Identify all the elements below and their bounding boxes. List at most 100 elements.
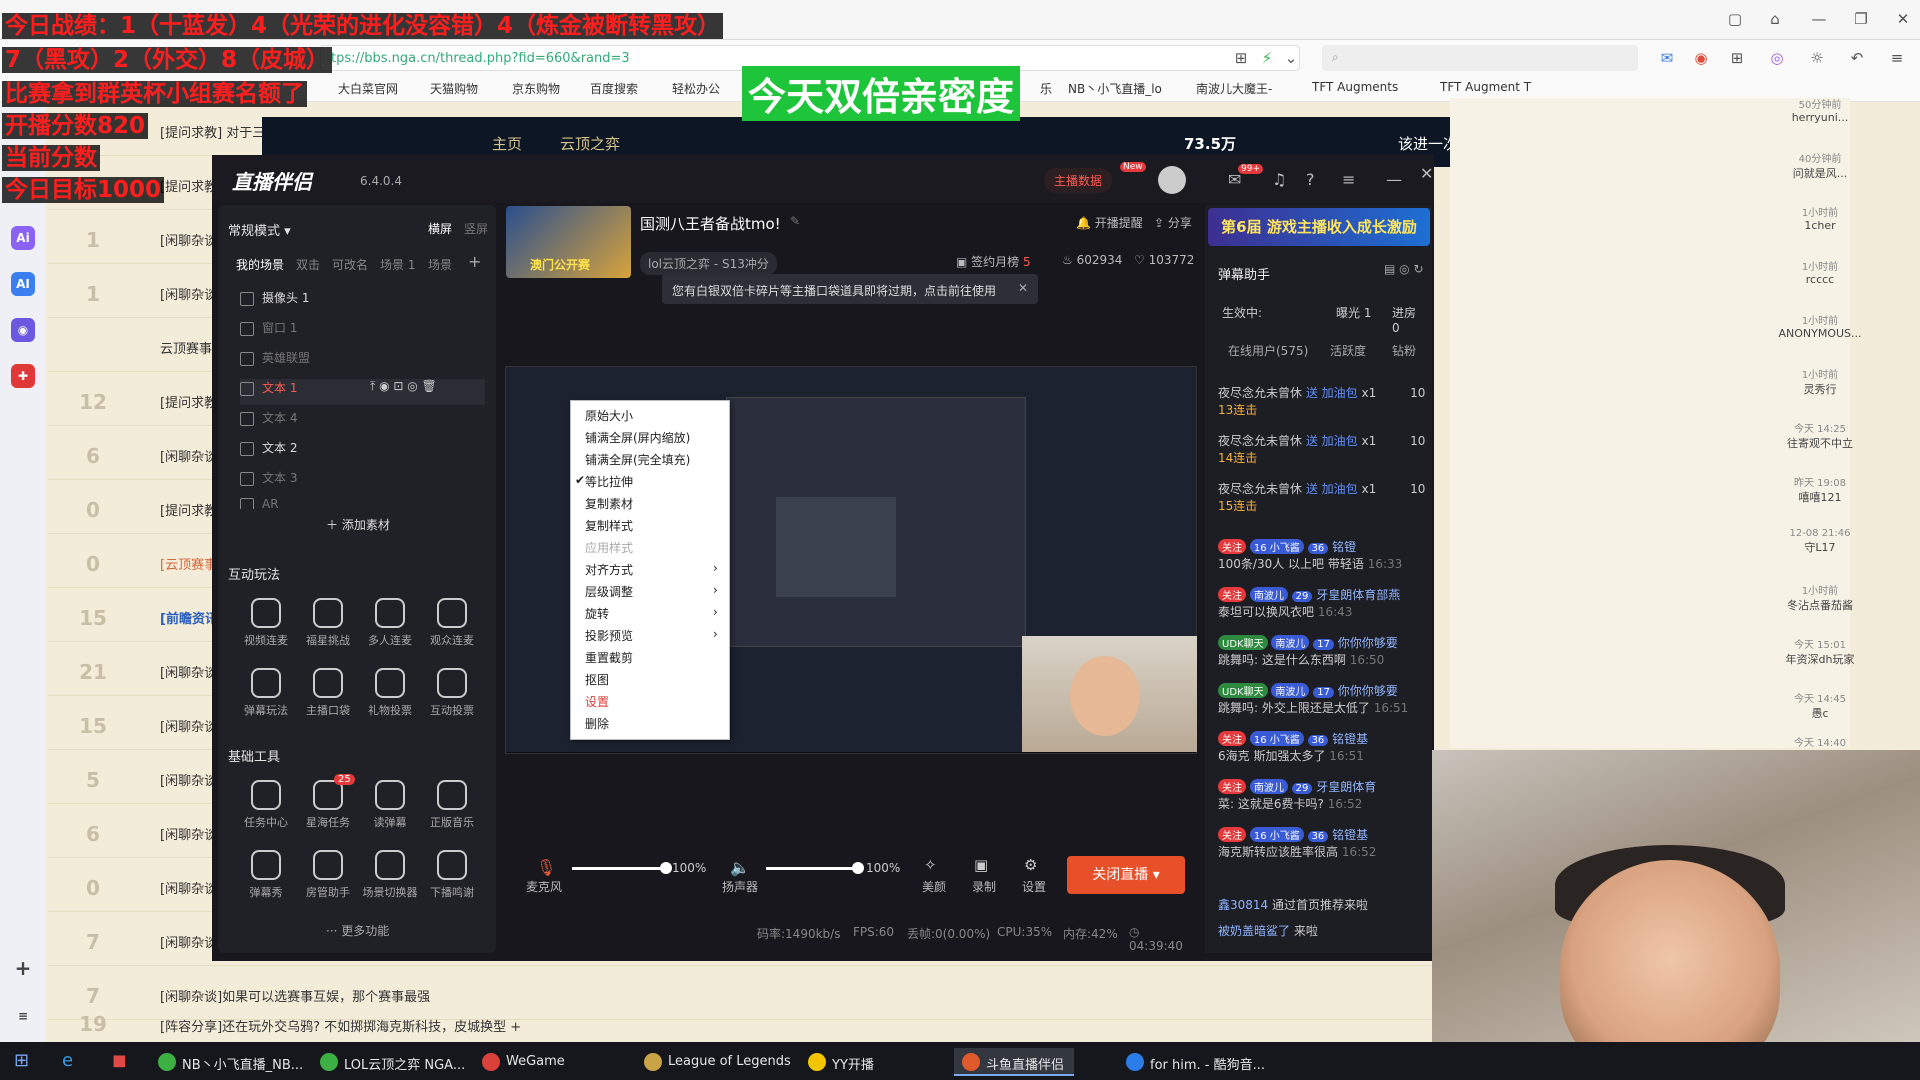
system-user[interactable]: 鑫30814 <box>1218 898 1268 912</box>
reply-user[interactable]: 灵秀行 <box>1730 381 1910 397</box>
shirt-icon[interactable]: ⌂ <box>1764 8 1786 30</box>
bookmark-item[interactable]: 大白菜官网 <box>338 80 398 97</box>
brightness-icon[interactable]: ☼ <box>1806 47 1828 69</box>
chat-user[interactable]: 你你你够要 <box>1338 636 1398 650</box>
landscape-toggle[interactable]: 横屏 <box>428 220 452 237</box>
source-item[interactable]: 文本 4 <box>240 409 485 435</box>
game-tab-home[interactable]: 主页 <box>492 133 522 154</box>
list-item[interactable]: 1小时前 冬沾点番茄酱 <box>1730 582 1910 613</box>
list-item[interactable]: 昨天 19:08 嘻嘻121 <box>1730 474 1910 505</box>
taskbar-item[interactable]: for him. - 酷狗音... <box>1118 1048 1275 1076</box>
gift-user[interactable]: 夜尽念允未曾休 <box>1218 482 1302 496</box>
edit-icon[interactable]: ✎ <box>790 214 800 228</box>
menu-item-settings[interactable]: 设置 <box>585 693 609 710</box>
tool-item[interactable]: 场景切换器 <box>360 850 420 900</box>
reply-user[interactable]: 年资深dh玩家 <box>1730 651 1910 667</box>
add-source-button[interactable]: ＋ 添加素材 <box>326 516 390 533</box>
bookmark-item[interactable]: NB丶小飞直播_lo <box>1068 80 1162 97</box>
beauty-icon[interactable]: ✧ <box>924 856 937 874</box>
mic-volume-slider[interactable] <box>572 867 662 870</box>
mic-slider-handle[interactable] <box>660 862 672 874</box>
speaker-volume-slider[interactable] <box>766 867 856 870</box>
list-item[interactable]: 今天 14:25 往寄观不中立 <box>1730 420 1910 451</box>
window-count-icon[interactable]: ▢ <box>1724 8 1746 30</box>
interactive-item[interactable]: 礼物投票 <box>360 668 420 718</box>
taskbar-item[interactable]: League of Legends <box>636 1048 801 1076</box>
game-tab-tft[interactable]: 云顶之弈 <box>560 133 620 154</box>
expiry-notice[interactable]: 您有白银双倍卡碎片等主播口袋道具即将过期，点击前往使用 ✕ <box>662 274 1038 304</box>
menu-item-original-size[interactable]: 原始大小 <box>585 407 633 424</box>
live-remind-button[interactable]: 🔔 开播提醒 <box>1076 214 1143 231</box>
taskbar-item-active[interactable]: 斗鱼直播伴侣 <box>954 1048 1075 1076</box>
bookmark-item[interactable]: 天猫购物 <box>430 80 478 97</box>
thread-title[interactable]: [闲聊杂谈]如果可以选赛事互娱，那个赛事最强 <box>160 986 430 1005</box>
tool-item[interactable]: 下播鸣谢 <box>422 850 482 900</box>
menu-item-copy-source[interactable]: 复制素材 <box>585 495 633 512</box>
list-item[interactable]: 40分钟前 问就是风... <box>1730 150 1910 181</box>
menu-item-align[interactable]: 对齐方式 › <box>585 561 725 578</box>
taskbar-item[interactable]: YY开播 <box>800 1048 884 1076</box>
ie-icon[interactable]: e <box>62 1050 73 1071</box>
settings-icon[interactable]: ⚙ <box>1024 856 1037 874</box>
menu-item-fill[interactable]: 铺满全屏(完全填充) <box>585 451 690 468</box>
close-icon[interactable]: ✕ <box>1018 281 1028 295</box>
taskbar-item[interactable]: NB丶小飞直播_NB... <box>150 1048 313 1076</box>
game-icon[interactable]: ✚ <box>11 364 35 388</box>
taskbar-item[interactable]: LOL云顶之弈 NGA... <box>312 1048 475 1076</box>
mail-icon[interactable]: ✉ <box>1656 47 1678 69</box>
thread-title[interactable]: [阵容分享]还在玩外交乌鸦? 不如掷掷海克斯科技，皮城换型 + <box>160 1016 521 1035</box>
lightning-icon[interactable]: ⚡ <box>1256 47 1278 69</box>
speaker-icon[interactable]: 🔈 <box>730 858 750 877</box>
menu-icon[interactable]: ≡ <box>1342 170 1355 189</box>
help-icon[interactable]: ? <box>1306 170 1315 189</box>
source-item[interactable]: 文本 3 <box>240 469 485 495</box>
menu-item-rotate[interactable]: 旋转 › <box>585 605 725 622</box>
tool-item[interactable]: 房管助手 <box>298 850 358 900</box>
minimize-icon[interactable]: — <box>1808 8 1830 30</box>
system-user[interactable]: 被奶盖暗鲨了 <box>1218 924 1290 938</box>
scene-tab[interactable]: 我的场景 <box>236 256 284 273</box>
source-actions[interactable]: ⤒ ◉ ⊡ ◎ 🗑 <box>370 379 437 394</box>
menu-icon[interactable]: ≡ <box>1886 47 1908 69</box>
speaker-slider-handle[interactable] <box>852 862 864 874</box>
reply-user[interactable]: 往寄观不中立 <box>1730 435 1910 451</box>
interactive-item[interactable]: 观众连麦 <box>422 598 482 648</box>
ai-icon[interactable]: Ai <box>11 226 35 250</box>
list-item[interactable]: 12-08 21:46 守L17 <box>1730 528 1910 555</box>
app-icon[interactable]: ◼ <box>112 1050 127 1071</box>
list-item[interactable]: 50分钟前 herryuni... <box>1730 96 1910 124</box>
tab-activity[interactable]: 活跃度 <box>1330 342 1366 359</box>
record-label[interactable]: 录制 <box>972 878 996 895</box>
bookmark-item[interactable]: TFT Augments <box>1312 80 1398 94</box>
menu-item-projector[interactable]: 投影预览 › <box>585 627 725 644</box>
taskbar-item[interactable]: WeGame <box>474 1048 575 1076</box>
bookmark-item[interactable]: TFT Augment T <box>1440 80 1531 94</box>
list-item[interactable]: 1小时前 ANONYMOUS... <box>1730 312 1910 340</box>
mic-icon[interactable]: 🎙 <box>536 858 556 877</box>
stream-thumbnail[interactable]: 澳门公开赛 <box>506 206 631 278</box>
grid-icon[interactable]: ⊞ <box>1230 47 1252 69</box>
list-item[interactable]: 1小时前 1cher <box>1730 204 1910 232</box>
reply-user[interactable]: 冬沾点番茄酱 <box>1730 597 1910 613</box>
reply-user[interactable]: ANONYMOUS... <box>1730 327 1910 340</box>
mode-select[interactable]: 常规模式 ▾ <box>228 220 291 239</box>
menu-item-fit-inside[interactable]: 铺满全屏(屏内缩放) <box>585 429 690 446</box>
reply-user[interactable]: rcccc <box>1730 273 1910 286</box>
close-window-icon[interactable]: ✕ <box>1892 8 1914 30</box>
gift-user[interactable]: 夜尽念允未曾休 <box>1218 434 1302 448</box>
chevron-down-icon[interactable]: ⌄ <box>1280 47 1302 69</box>
bookmark-item[interactable]: 乐 <box>1040 80 1052 97</box>
interactive-item[interactable]: 福星挑战 <box>298 598 358 648</box>
undo-icon[interactable]: ↶ <box>1846 47 1868 69</box>
menu-item-proportional[interactable]: ✔ 等比拉伸 <box>575 473 633 490</box>
bookmark-item[interactable]: 南波儿大魔王- <box>1196 80 1272 97</box>
tab-online-users[interactable]: 在线用户(575) <box>1228 342 1308 359</box>
list-item[interactable]: 今天 15:01 年资深dh玩家 <box>1730 636 1910 667</box>
avatar[interactable] <box>1158 166 1186 194</box>
scene-tab[interactable]: 双击 <box>296 256 320 273</box>
menu-item-reset-crop[interactable]: 重置截剪 <box>585 649 633 666</box>
game-category[interactable]: lol云顶之弈 - S13冲分 <box>640 252 777 275</box>
tool-item[interactable]: 弹幕秀 <box>236 850 296 900</box>
source-item[interactable]: 文本 2 <box>240 439 485 465</box>
list-item[interactable]: 1小时前 灵秀行 <box>1730 366 1910 397</box>
